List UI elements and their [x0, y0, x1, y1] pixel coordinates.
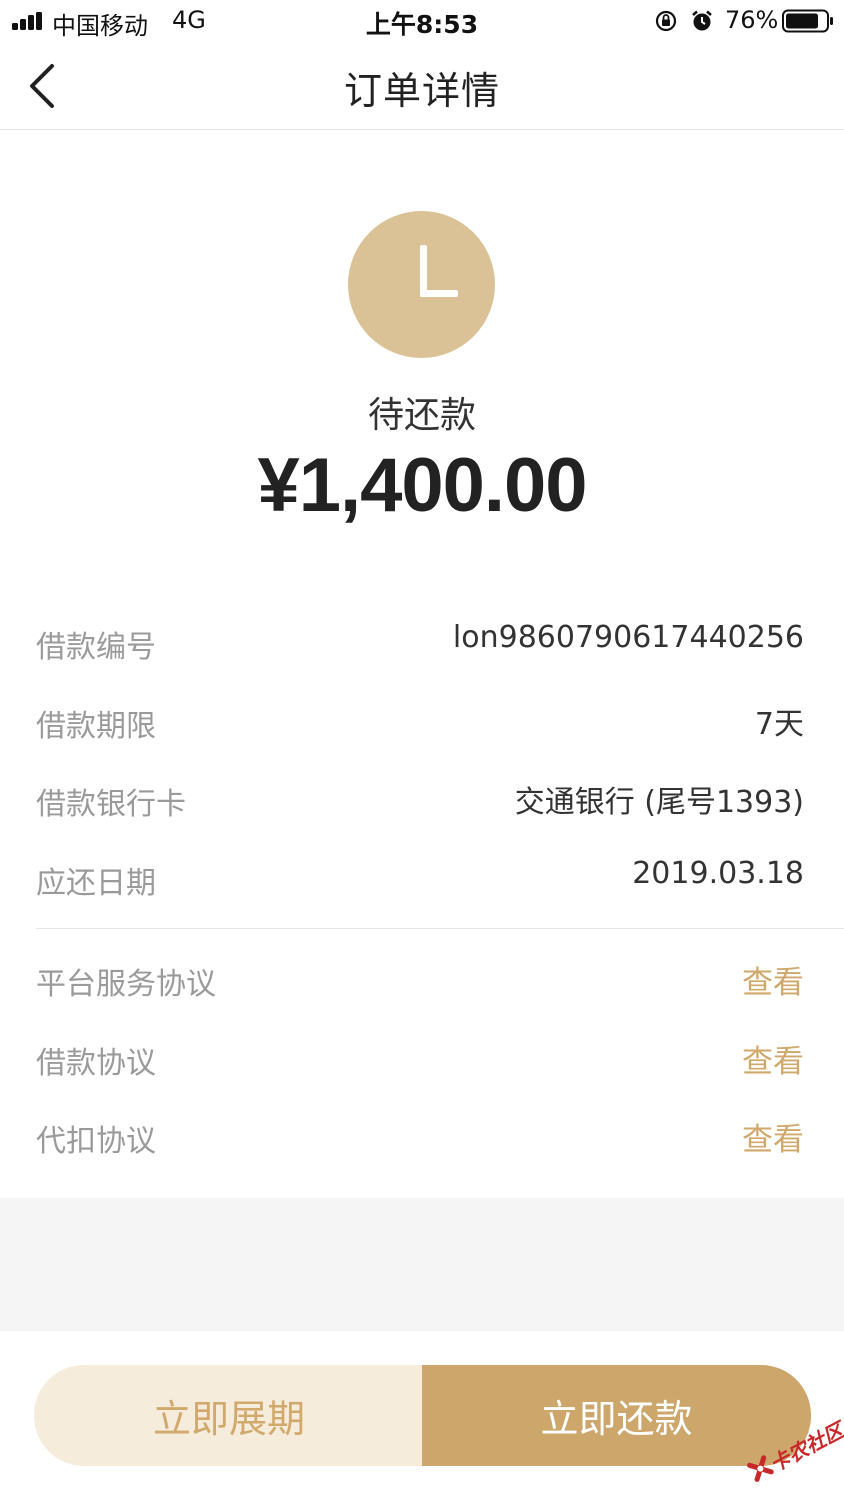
order-amount: ¥1,400.00 [257, 443, 587, 528]
detail-row-loan-term: 借款期限 7天 [0, 693, 844, 753]
detail-row-loan-number: 借款编号 lon9860790617440256 [0, 614, 844, 674]
battery-icon [782, 9, 833, 33]
alarm-icon [692, 10, 712, 31]
detail-value: 7天 [754, 707, 804, 742]
agreement-label: 代扣协议 [36, 1124, 156, 1159]
agreement-row-withholding: 代扣协议 查看 [0, 1108, 844, 1168]
detail-label: 借款银行卡 [36, 787, 186, 822]
agreement-label: 平台服务协议 [36, 967, 216, 1002]
detail-label: 借款期限 [36, 709, 156, 744]
detail-value: 2019.03.18 [632, 856, 804, 891]
navigation-bar: 订单详情 [0, 42, 844, 130]
view-platform-agreement-link[interactable]: 查看 [742, 957, 804, 1002]
battery-percent: 76% [725, 6, 779, 34]
detail-label: 借款编号 [36, 630, 156, 665]
rotation-lock-icon [655, 10, 677, 32]
agreement-row-loan: 借款协议 查看 [0, 1030, 844, 1090]
detail-row-bank-card: 借款银行卡 交通银行 (尾号1393) [0, 771, 844, 831]
watermark-text: 卡农社区 [765, 1417, 844, 1477]
status-time: 上午8:53 [365, 10, 479, 39]
section-divider [36, 928, 844, 929]
page-title: 订单详情 [343, 69, 500, 113]
agreement-row-platform-service: 平台服务协议 查看 [0, 951, 844, 1011]
status-bar: 中国移动 4G 上午8:53 76% [0, 0, 844, 42]
spacer-area [0, 1198, 844, 1331]
extend-loan-button[interactable]: 立即展期 [34, 1365, 424, 1466]
detail-label: 应还日期 [36, 866, 156, 901]
view-loan-agreement-link[interactable]: 查看 [742, 1036, 804, 1081]
order-status-label: 待还款 [367, 395, 476, 436]
view-withholding-agreement-link[interactable]: 查看 [742, 1114, 804, 1159]
detail-row-due-date: 应还日期 2019.03.18 [0, 850, 844, 910]
status-letter-icon [420, 245, 458, 297]
detail-value: lon9860790617440256 [452, 620, 804, 655]
detail-value: 交通银行 (尾号1393) [514, 785, 804, 820]
agreement-label: 借款协议 [36, 1046, 156, 1081]
